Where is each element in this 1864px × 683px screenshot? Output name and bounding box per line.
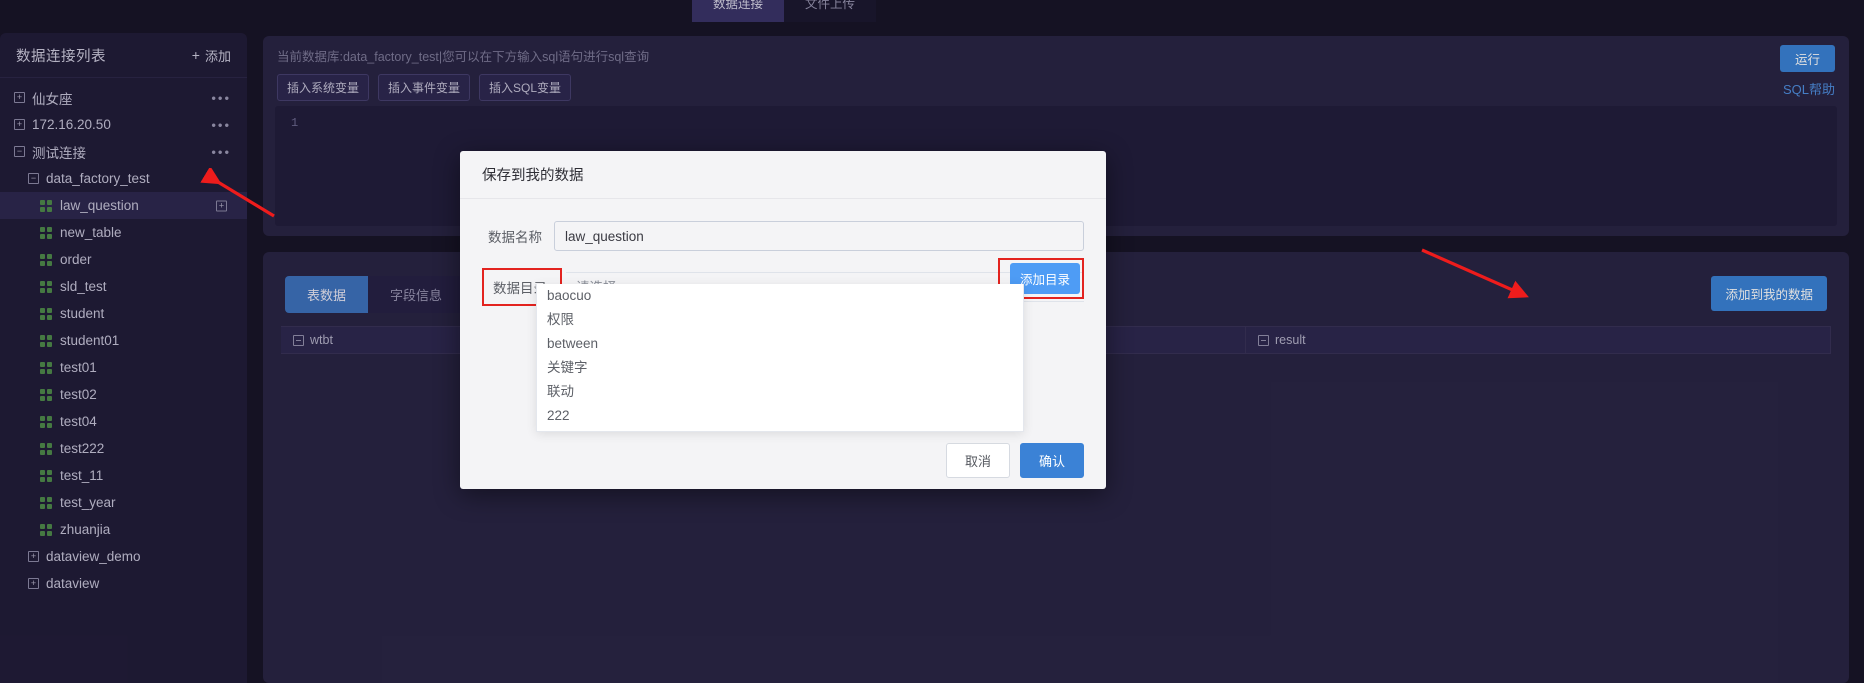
data-name-row: 数据名称 <box>482 221 1084 251</box>
data-name-input[interactable] <box>554 221 1084 251</box>
catalog-option[interactable]: 联动 <box>537 380 1023 404</box>
app-root: 数据连接 文件上传 数据连接列表 + 添加 + 仙女座 ••• +172.16.20.… <box>0 0 1864 683</box>
dialog-title: 保存到我的数据 <box>460 151 1106 199</box>
dialog-footer: 取消 确认 <box>460 431 1106 489</box>
catalog-option[interactable]: 关键字 <box>537 356 1023 380</box>
data-name-label: 数据名称 <box>488 230 542 245</box>
catalog-dropdown: baocuo 权限 between 关键字 联动 222 <box>536 284 1024 432</box>
catalog-option[interactable]: baocuo <box>537 284 1023 308</box>
confirm-button[interactable]: 确认 <box>1019 442 1084 478</box>
catalog-option[interactable]: between <box>537 332 1023 356</box>
catalog-option[interactable]: 权限 <box>537 308 1023 332</box>
catalog-option[interactable]: 222 <box>537 404 1023 428</box>
cancel-button[interactable]: 取消 <box>945 442 1010 478</box>
catalog-option-list: baocuo 权限 between 关键字 联动 222 <box>537 284 1023 428</box>
